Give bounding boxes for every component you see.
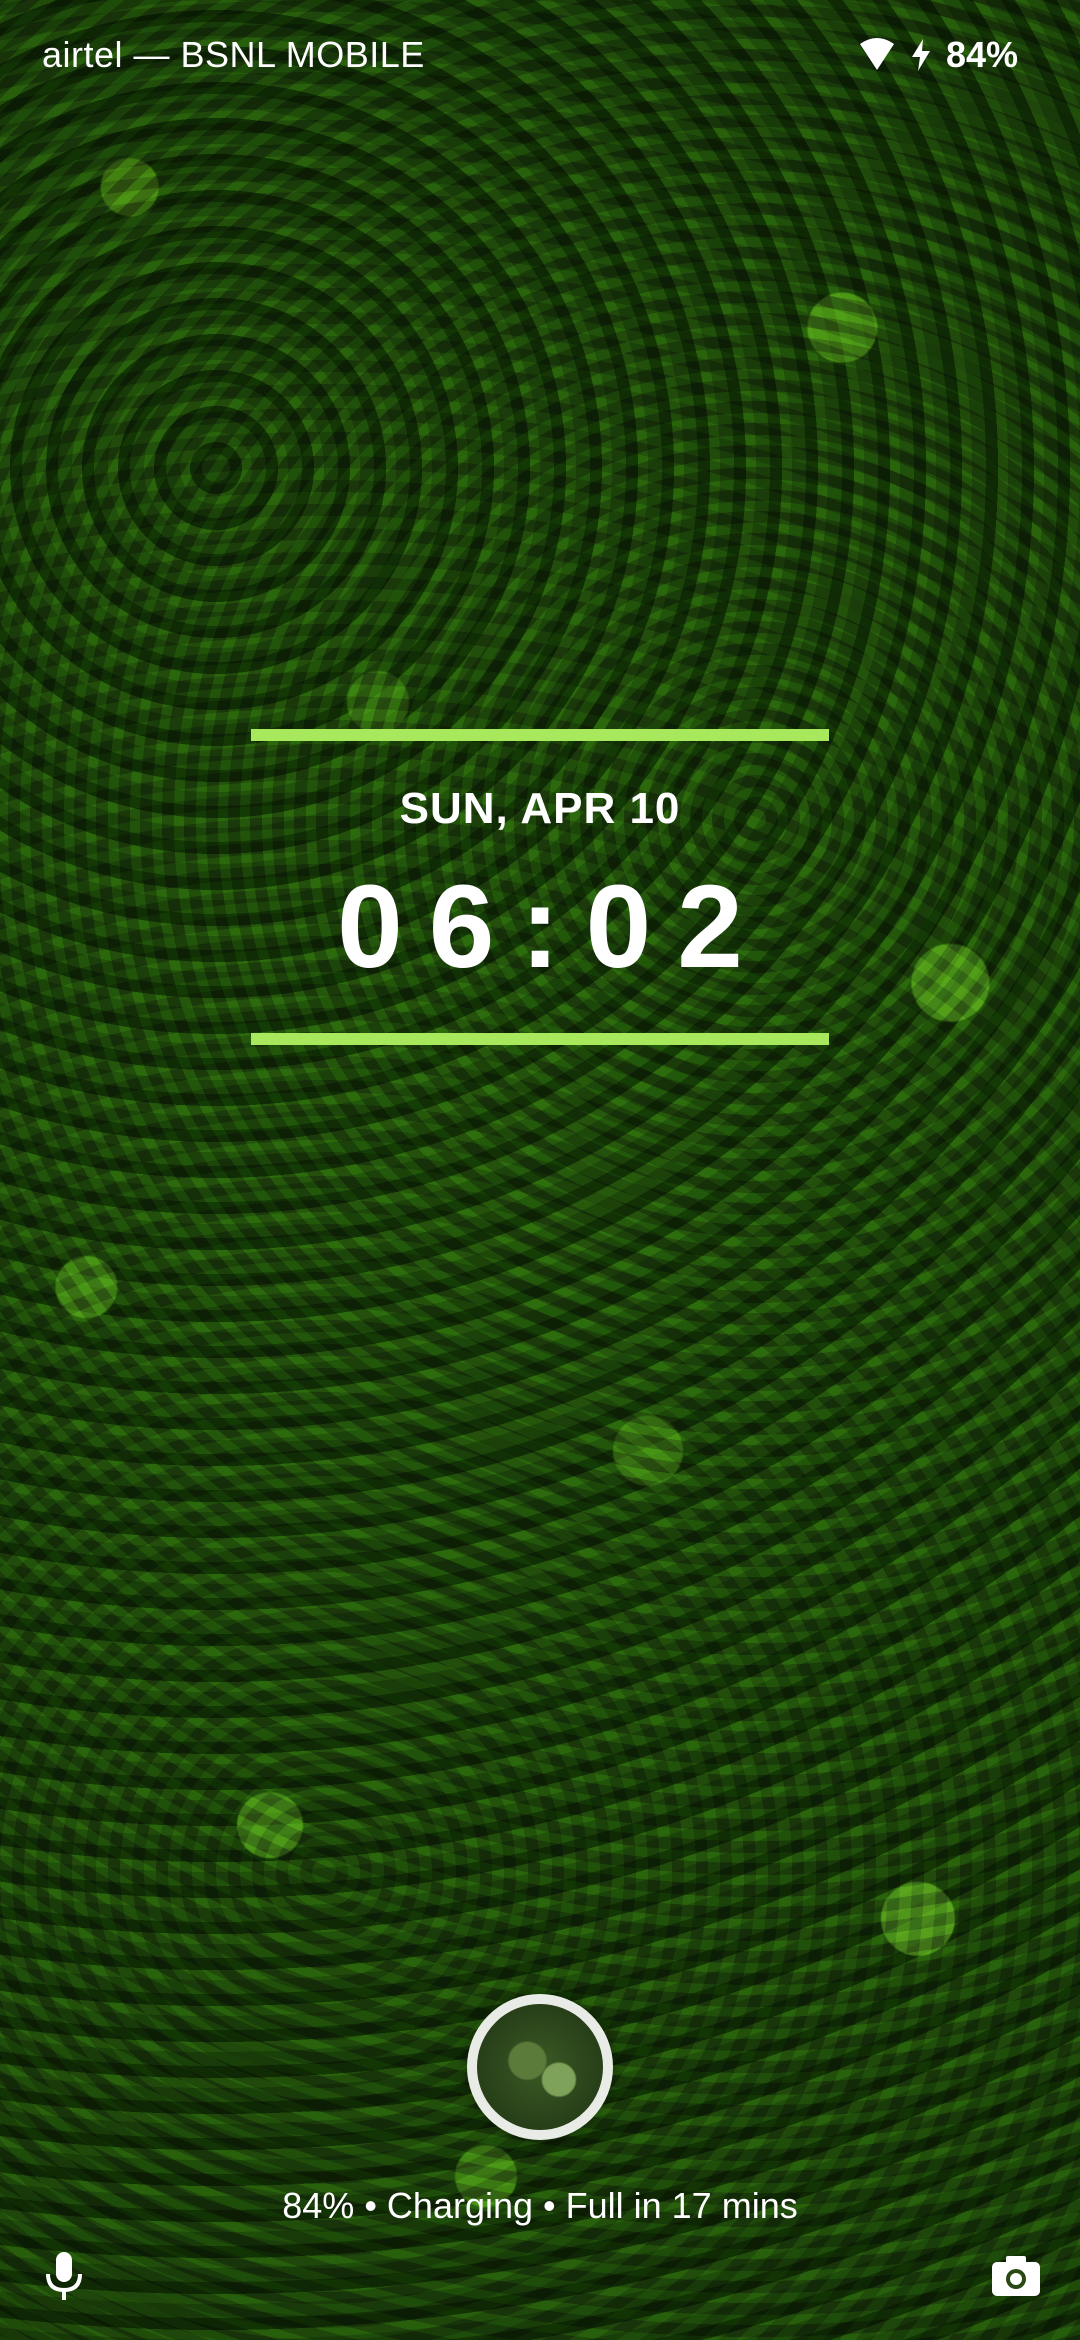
status-bar: airtel — BSNL MOBILE 84% [0,0,1080,110]
charging-bolt-icon [910,38,932,72]
clock-accent-bar-top [251,729,829,741]
time-label: 06:02 [337,861,769,993]
carrier-label: airtel — BSNL MOBILE [42,34,425,75]
wallpaper [0,0,1080,2340]
fingerprint-unlock-button[interactable] [467,1994,613,2140]
charging-status: 84% • Charging • Full in 17 mins [282,2185,798,2226]
clock-widget[interactable]: SUN, APR 10 06:02 [251,729,829,1045]
lock-screen: airtel — BSNL MOBILE 84% SUN, APR 10 06:… [0,0,1080,2340]
camera-icon[interactable] [988,2248,1044,2304]
mic-icon[interactable] [36,2248,92,2304]
clock-accent-bar-bottom [251,1033,829,1045]
status-icons: 84% [858,34,1018,76]
battery-percent: 84% [945,34,1018,75]
date-label: SUN, APR 10 [399,784,681,833]
wifi-icon [858,38,896,72]
